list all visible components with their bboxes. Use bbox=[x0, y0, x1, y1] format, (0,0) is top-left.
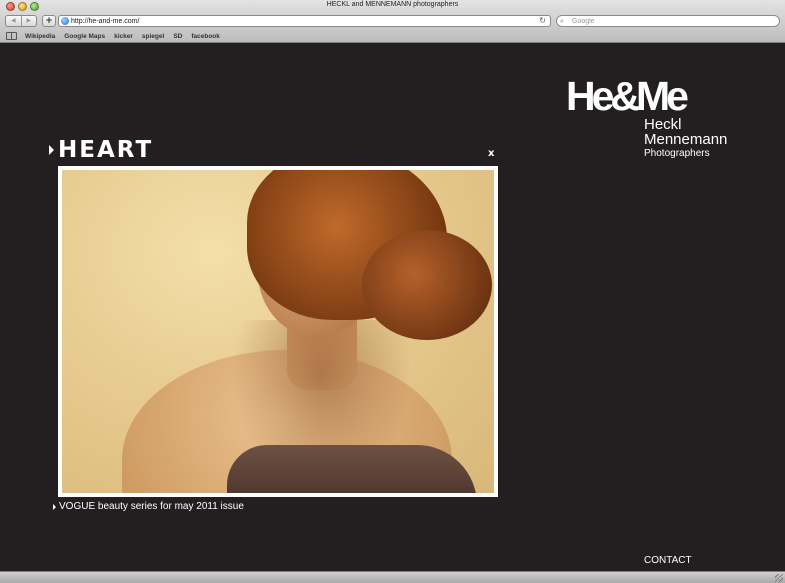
photo-frame bbox=[58, 166, 498, 497]
section-title-text: HEART bbox=[58, 137, 154, 163]
search-bar[interactable]: ⌕ bbox=[556, 15, 780, 27]
forward-button[interactable]: ▶ bbox=[20, 16, 37, 26]
gallery-photo[interactable] bbox=[62, 170, 494, 493]
browser-chrome: HECKL and MENNEMANN photographers ◀ ▶ + … bbox=[0, 0, 785, 43]
bookmark-sd[interactable]: SD bbox=[173, 33, 182, 40]
logo-photographers: Photographers bbox=[644, 148, 710, 159]
address-bar[interactable]: http://he-and-me.com/ ↻ bbox=[58, 15, 551, 27]
globe-icon bbox=[61, 17, 69, 25]
reload-icon[interactable]: ↻ bbox=[539, 16, 546, 26]
url-text[interactable]: http://he-and-me.com/ bbox=[71, 16, 139, 27]
bookmarks-bar: Wikipedia Google Maps kicker spiegel SD … bbox=[0, 30, 785, 42]
bookmark-kicker[interactable]: kicker bbox=[114, 33, 133, 40]
back-button[interactable]: ◀ bbox=[6, 16, 21, 26]
nav-buttons: ◀ ▶ bbox=[5, 15, 37, 27]
logo-heckl: Heckl bbox=[644, 116, 682, 133]
photo-caption[interactable]: VOGUE beauty series for may 2011 issue bbox=[53, 501, 244, 512]
title-bar: HECKL and MENNEMANN photographers bbox=[0, 0, 785, 13]
section-title: HEART bbox=[49, 138, 153, 162]
logo-mark[interactable]: He&Me bbox=[566, 74, 689, 118]
search-icon[interactable]: ⌕ bbox=[560, 16, 564, 27]
photo-hair-bun bbox=[362, 230, 492, 340]
bookmark-wikipedia[interactable]: Wikipedia bbox=[25, 33, 55, 40]
logo-mennemann: Mennemann bbox=[644, 131, 728, 148]
resize-grip-icon[interactable] bbox=[775, 574, 783, 582]
contact-link[interactable]: CONTACT bbox=[644, 555, 692, 566]
toolbar: ◀ ▶ + http://he-and-me.com/ ↻ ⌕ bbox=[0, 13, 785, 30]
search-input[interactable] bbox=[572, 16, 772, 26]
arrow-right-icon bbox=[49, 145, 54, 155]
book-icon[interactable] bbox=[6, 32, 17, 40]
caption-text: VOGUE beauty series for may 2011 issue bbox=[59, 501, 244, 512]
add-bookmark-button[interactable]: + bbox=[42, 15, 56, 27]
photo-garment bbox=[227, 445, 477, 493]
close-gallery-button[interactable]: x bbox=[488, 148, 494, 159]
bookmark-spiegel[interactable]: spiegel bbox=[142, 33, 164, 40]
status-bar bbox=[0, 571, 785, 583]
caption-arrow-icon bbox=[53, 503, 56, 510]
bookmark-facebook[interactable]: facebook bbox=[191, 33, 220, 40]
bookmark-google-maps[interactable]: Google Maps bbox=[64, 33, 105, 40]
window-title: HECKL and MENNEMANN photographers bbox=[326, 1, 459, 8]
